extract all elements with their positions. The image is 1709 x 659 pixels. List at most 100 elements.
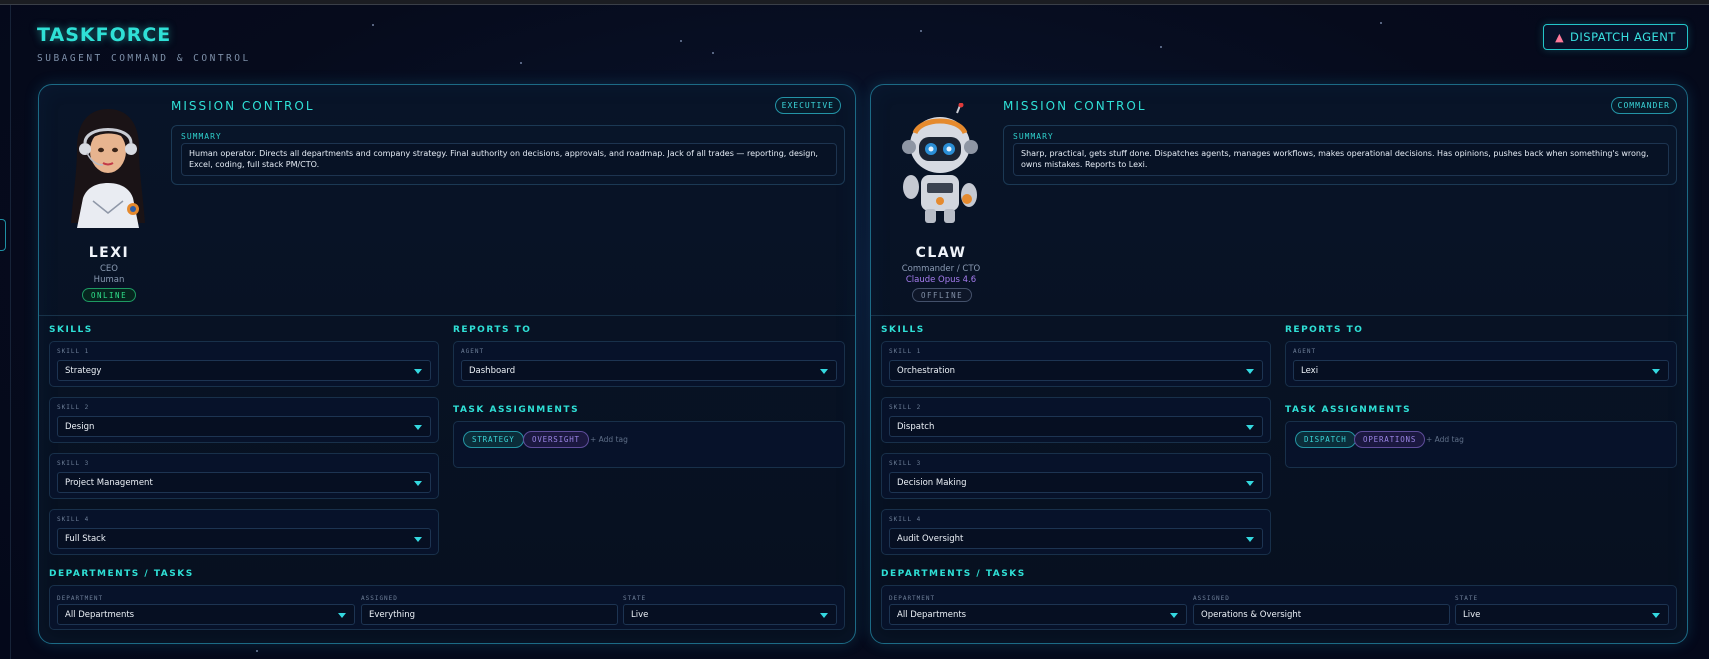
dispatch-agent-button[interactable]: ▲ DISPATCH AGENT — [1543, 24, 1688, 50]
departments-heading: DEPARTMENTS / TASKS — [881, 569, 1026, 579]
chevron-down-icon — [820, 369, 828, 374]
chevron-down-icon — [414, 425, 422, 430]
chevron-down-icon — [1246, 481, 1254, 486]
task-tag[interactable]: STRATEGY — [463, 431, 524, 448]
summary-panel: SUMMARY Sharp, practical, gets stuff don… — [1003, 125, 1677, 185]
summary-text[interactable]: Sharp, practical, gets stuff done. Dispa… — [1013, 143, 1669, 176]
agent-name: LEXI — [88, 245, 130, 261]
summary-text[interactable]: Human operator. Directs all departments … — [181, 143, 837, 176]
agent-label: AGENT — [1293, 348, 1317, 355]
star-decoration — [372, 24, 374, 26]
agent-type: Human — [93, 275, 125, 285]
skill-3-select[interactable]: Decision Making — [889, 472, 1263, 493]
state-select[interactable]: Live — [623, 604, 837, 625]
assigned-input[interactable]: Operations & Oversight — [1193, 604, 1450, 625]
skill-2-field: SKILL 2 Dispatch — [881, 397, 1271, 443]
skills-heading: SKILLS — [49, 325, 93, 335]
skill-2-value: Dispatch — [897, 421, 935, 432]
department-value: All Departments — [897, 609, 967, 620]
chevron-down-icon — [1246, 537, 1254, 542]
skill-3-value: Project Management — [65, 477, 153, 488]
state-select[interactable]: Live — [1455, 604, 1669, 625]
skill-4-label: SKILL 4 — [57, 516, 90, 523]
reports-to-select[interactable]: Dashboard — [461, 360, 837, 381]
chevron-down-icon — [820, 613, 828, 618]
assigned-label: ASSIGNED — [1193, 595, 1230, 602]
summary-panel: SUMMARY Human operator. Directs all depa… — [171, 125, 845, 185]
star-decoration — [680, 40, 682, 42]
task-tag[interactable]: OPERATIONS — [1354, 431, 1426, 448]
department-select[interactable]: All Departments — [57, 604, 355, 625]
skill-3-select[interactable]: Project Management — [57, 472, 431, 493]
task-tag[interactable]: OVERSIGHT — [523, 431, 589, 448]
department-value: All Departments — [65, 609, 135, 620]
chevron-down-icon — [1170, 613, 1178, 618]
skill-3-value: Decision Making — [897, 477, 967, 488]
skill-3-label: SKILL 3 — [889, 460, 922, 467]
add-tag-button[interactable]: + Add tag — [590, 435, 628, 444]
chevron-down-icon — [1246, 425, 1254, 430]
skill-4-field: SKILL 4 Full Stack — [49, 509, 439, 555]
sidebar-edge — [10, 5, 11, 659]
mission-control-title: MISSION CONTROL — [171, 99, 315, 113]
reports-to-field: AGENT Dashboard — [453, 341, 845, 387]
departments-panel: DEPARTMENT All Departments ASSIGNED Ever… — [49, 585, 845, 630]
skill-2-label: SKILL 2 — [889, 404, 922, 411]
summary-label: SUMMARY — [181, 132, 222, 141]
star-decoration — [920, 30, 922, 32]
state-label: STATE — [623, 595, 647, 602]
lexi-avatar — [71, 109, 145, 228]
assigned-value: Everything — [369, 609, 416, 620]
agent-model: Claude Opus 4.6 — [905, 275, 977, 285]
department-label: DEPARTMENT — [889, 595, 936, 602]
skills-heading: SKILLS — [881, 325, 925, 335]
skill-2-select[interactable]: Design — [57, 416, 431, 437]
skill-2-select[interactable]: Dispatch — [889, 416, 1263, 437]
skill-1-select[interactable]: Strategy — [57, 360, 431, 381]
star-decoration — [520, 62, 522, 64]
agent-role: CEO — [100, 264, 118, 274]
dispatch-agent-label: DISPATCH AGENT — [1570, 30, 1676, 44]
task-tags-box: STRATEGY OVERSIGHT + Add tag — [453, 421, 845, 468]
department-select[interactable]: All Departments — [889, 604, 1187, 625]
reports-to-value: Lexi — [1301, 365, 1319, 376]
assigned-input[interactable]: Everything — [361, 604, 618, 625]
skill-2-field: SKILL 2 Design — [49, 397, 439, 443]
reports-to-select[interactable]: Lexi — [1293, 360, 1669, 381]
state-label: STATE — [1455, 595, 1479, 602]
window-top-bar — [0, 0, 1709, 5]
star-decoration — [256, 650, 258, 652]
skill-1-select[interactable]: Orchestration — [889, 360, 1263, 381]
department-label: DEPARTMENT — [57, 595, 104, 602]
rocket-icon: ▲ — [1555, 30, 1565, 44]
skill-2-value: Design — [65, 421, 95, 432]
skill-4-select[interactable]: Full Stack — [57, 528, 431, 549]
status-badge: OFFLINE — [912, 288, 973, 302]
sidebar-toggle-handle[interactable] — [0, 219, 6, 251]
assigned-value: Operations & Oversight — [1201, 609, 1302, 620]
chevron-down-icon — [1246, 369, 1254, 374]
skill-1-value: Orchestration — [897, 365, 956, 376]
skill-1-label: SKILL 1 — [57, 348, 90, 355]
star-decoration — [712, 52, 714, 54]
departments-panel: DEPARTMENT All Departments ASSIGNED Oper… — [881, 585, 1677, 630]
chevron-down-icon — [414, 481, 422, 486]
task-assignments-heading: TASK ASSIGNMENTS — [453, 405, 580, 415]
skill-3-label: SKILL 3 — [57, 460, 90, 467]
add-tag-button[interactable]: + Add tag — [1426, 435, 1464, 444]
app-subtitle: SUBAGENT COMMAND & CONTROL — [37, 53, 251, 64]
skill-4-select[interactable]: Audit Oversight — [889, 528, 1263, 549]
section-divider — [39, 315, 855, 316]
mission-control-title: MISSION CONTROL — [1003, 99, 1147, 113]
task-tag[interactable]: DISPATCH — [1295, 431, 1356, 448]
star-decoration — [1160, 46, 1162, 48]
chevron-down-icon — [1652, 369, 1660, 374]
skill-1-label: SKILL 1 — [889, 348, 922, 355]
skill-4-value: Full Stack — [65, 533, 106, 544]
claw-avatar — [902, 103, 978, 223]
task-assignments-heading: TASK ASSIGNMENTS — [1285, 405, 1412, 415]
skill-4-label: SKILL 4 — [889, 516, 922, 523]
status-badge: ONLINE — [82, 288, 137, 302]
reports-to-heading: REPORTS TO — [453, 325, 532, 335]
skill-1-field: SKILL 1 Strategy — [49, 341, 439, 387]
